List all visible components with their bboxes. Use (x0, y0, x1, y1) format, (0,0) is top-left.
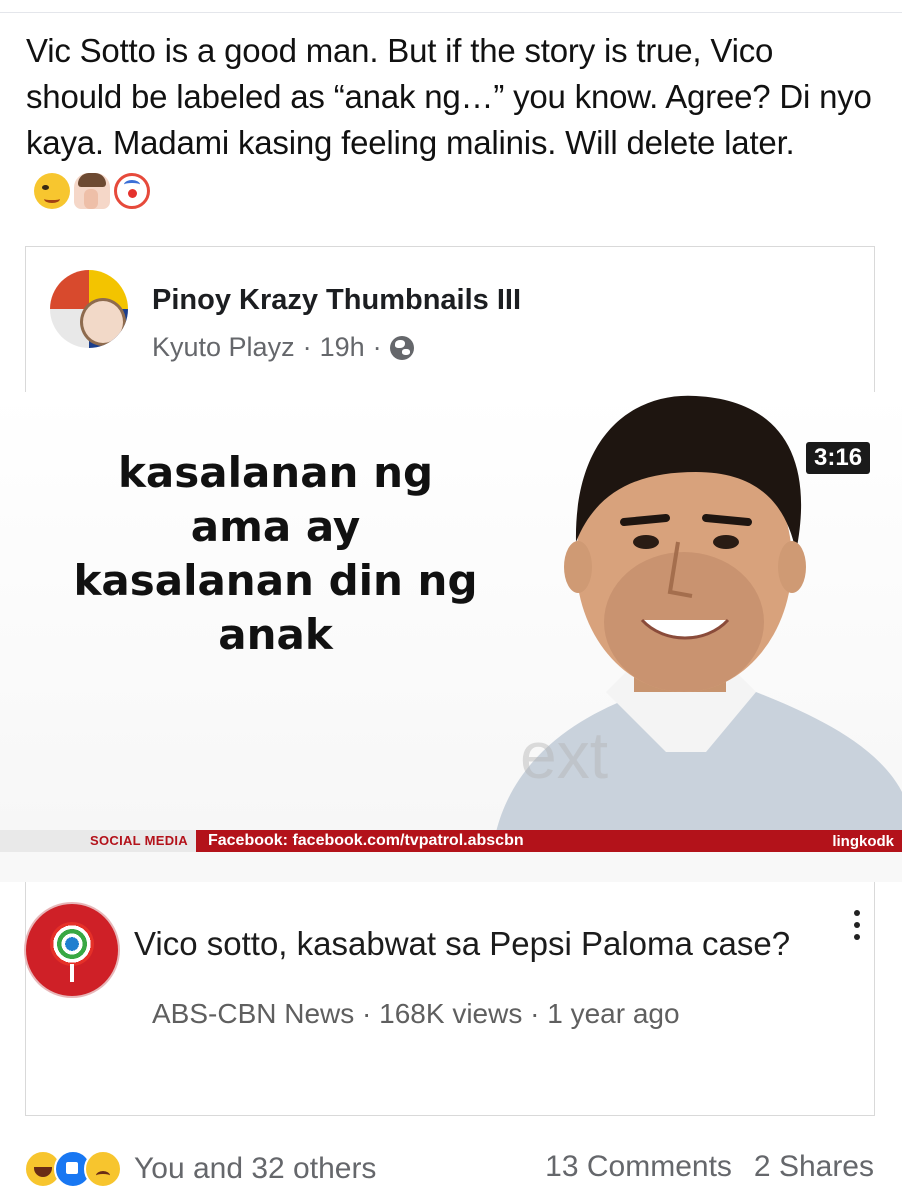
video-duration-badge: 3:16 (806, 442, 871, 474)
reaction-count-text[interactable]: You and 32 others (134, 1152, 376, 1186)
shares-count-link[interactable]: 2 Shares (754, 1150, 874, 1184)
globe-icon (389, 335, 414, 360)
post-body: Vic Sotto is a good man. But if the stor… (26, 28, 876, 212)
post-emojis (34, 173, 150, 210)
video-meta: ABS-CBN News · 168K views · 1 year ago (152, 998, 680, 1030)
reactions-summary[interactable]: You and 32 others (24, 1150, 376, 1188)
news-ticker: SOCIAL MEDIA Facebook: facebook.com/tvpa… (0, 830, 902, 852)
ticker-text: Facebook: facebook.com/tvpatrol.abscbn (207, 832, 524, 849)
meta-separator: · (372, 332, 382, 362)
thumbnail-bottom-strip (0, 852, 902, 882)
comments-count-link[interactable]: 13 Comments (545, 1150, 732, 1184)
top-divider (0, 12, 902, 13)
sad-reaction-icon (84, 1150, 122, 1188)
post-text: Vic Sotto is a good man. But if the stor… (26, 32, 872, 161)
channel-name[interactable]: ABS-CBN News (152, 998, 354, 1029)
meta-separator: · (302, 332, 312, 362)
channel-avatar[interactable] (26, 904, 118, 996)
meta-separator: · (362, 998, 372, 1029)
more-options-icon[interactable] (852, 910, 862, 950)
engagement-counts: 13 Comments 2 Shares (545, 1150, 874, 1184)
video-title-link[interactable]: Vico sotto, kasabwat sa Pepsi Paloma cas… (134, 925, 790, 963)
woozy-face-icon (34, 173, 70, 210)
group-avatar[interactable] (50, 270, 128, 348)
view-count: 168K views (379, 998, 523, 1029)
shared-post-meta: Kyuto Playz · 19h · (152, 332, 414, 363)
man-facepalming-icon (74, 173, 110, 210)
author-link[interactable]: Kyuto Playz (152, 332, 295, 363)
upload-age: 1 year ago (547, 998, 680, 1029)
video-thumbnail[interactable]: kasalanan ng ama ay kasalanan din ng ana… (0, 392, 902, 882)
ticker-label: SOCIAL MEDIA (0, 830, 196, 852)
post-time[interactable]: 19h (320, 332, 365, 363)
clown-face-icon (114, 173, 150, 210)
ticker-right-text: lingkodk (832, 832, 894, 850)
meta-separator: · (530, 998, 540, 1029)
group-name-link[interactable]: Pinoy Krazy Thumbnails III (152, 284, 521, 317)
watermark-text: ext (520, 718, 609, 792)
